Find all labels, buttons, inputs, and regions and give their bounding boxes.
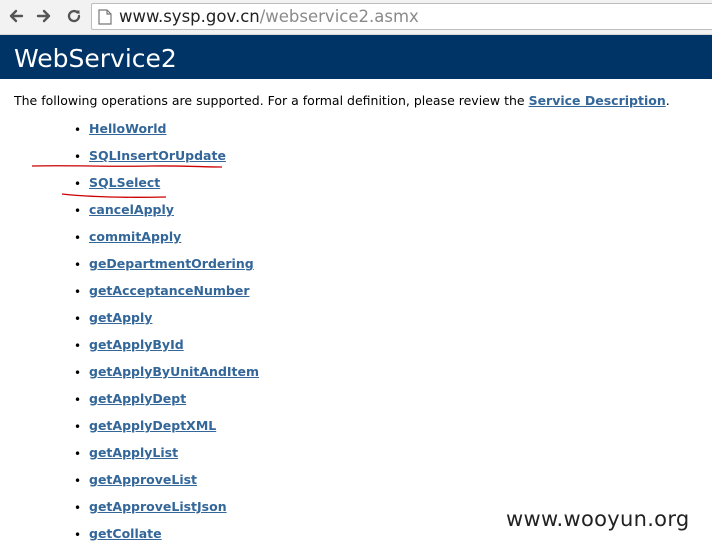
operation-link[interactable]: SQLSelect <box>89 175 160 191</box>
operation-link[interactable]: getApply <box>89 310 152 326</box>
red-underline-mark-1 <box>31 165 223 168</box>
bullet-icon: • <box>74 312 82 326</box>
back-arrow-icon <box>9 9 24 23</box>
operation-link[interactable]: geDepartmentOrdering <box>89 256 254 272</box>
address-bar[interactable]: www.sysp.gov.cn/webservice2.asmx <box>91 3 712 30</box>
operation-link[interactable]: getCollate <box>89 526 162 542</box>
operation-link[interactable]: getApplyById <box>89 337 184 353</box>
url-host: www.sysp.gov.cn <box>119 7 260 26</box>
bullet-icon: • <box>74 366 82 380</box>
url-path: /webservice2.asmx <box>259 7 419 26</box>
forward-button[interactable] <box>33 5 55 27</box>
page-header: WebService2 <box>0 35 712 79</box>
back-button[interactable] <box>5 5 27 27</box>
operation-link[interactable]: commitApply <box>89 229 181 245</box>
intro-end: . <box>665 93 670 108</box>
operation-link[interactable]: getAcceptanceNumber <box>89 283 250 299</box>
reload-button[interactable] <box>63 5 85 27</box>
bullet-icon: • <box>74 204 82 218</box>
browser-toolbar: www.sysp.gov.cn/webservice2.asmx <box>0 0 712 35</box>
bullet-icon: • <box>74 339 82 353</box>
operation-link[interactable]: cancelApply <box>89 202 174 218</box>
service-description-link[interactable]: Service Description <box>529 93 666 108</box>
red-underline-mark-2 <box>61 193 167 199</box>
forward-arrow-icon <box>36 9 51 23</box>
operation-link[interactable]: getApproveList <box>89 472 197 488</box>
bullet-icon: • <box>74 258 82 272</box>
operation-link[interactable]: getApproveListJson <box>89 499 227 515</box>
bullet-icon: • <box>74 393 82 407</box>
bullet-icon: • <box>74 420 82 434</box>
reload-icon <box>67 9 81 23</box>
operation-link[interactable]: getApplyDeptXML <box>89 418 216 434</box>
page-title: WebService2 <box>14 44 177 73</box>
url-text: www.sysp.gov.cn/webservice2.asmx <box>119 7 419 27</box>
operation-link[interactable]: getApplyDept <box>89 391 186 407</box>
bullet-icon: • <box>74 123 82 137</box>
operation-link[interactable]: getApplyList <box>89 445 178 461</box>
intro-text: The following operations are supported. … <box>14 93 529 108</box>
bullet-icon: • <box>74 447 82 461</box>
bullet-icon: • <box>74 474 82 488</box>
page-icon <box>98 9 112 25</box>
operation-link[interactable]: HelloWorld <box>89 121 166 137</box>
bullet-icon: • <box>74 501 82 515</box>
bullet-icon: • <box>74 285 82 299</box>
operation-link[interactable]: getApplyByUnitAndItem <box>89 364 259 380</box>
intro-paragraph: The following operations are supported. … <box>14 93 704 109</box>
watermark: www.wooyun.org <box>506 507 690 531</box>
bullet-icon: • <box>74 231 82 245</box>
bullet-icon: • <box>74 528 82 542</box>
